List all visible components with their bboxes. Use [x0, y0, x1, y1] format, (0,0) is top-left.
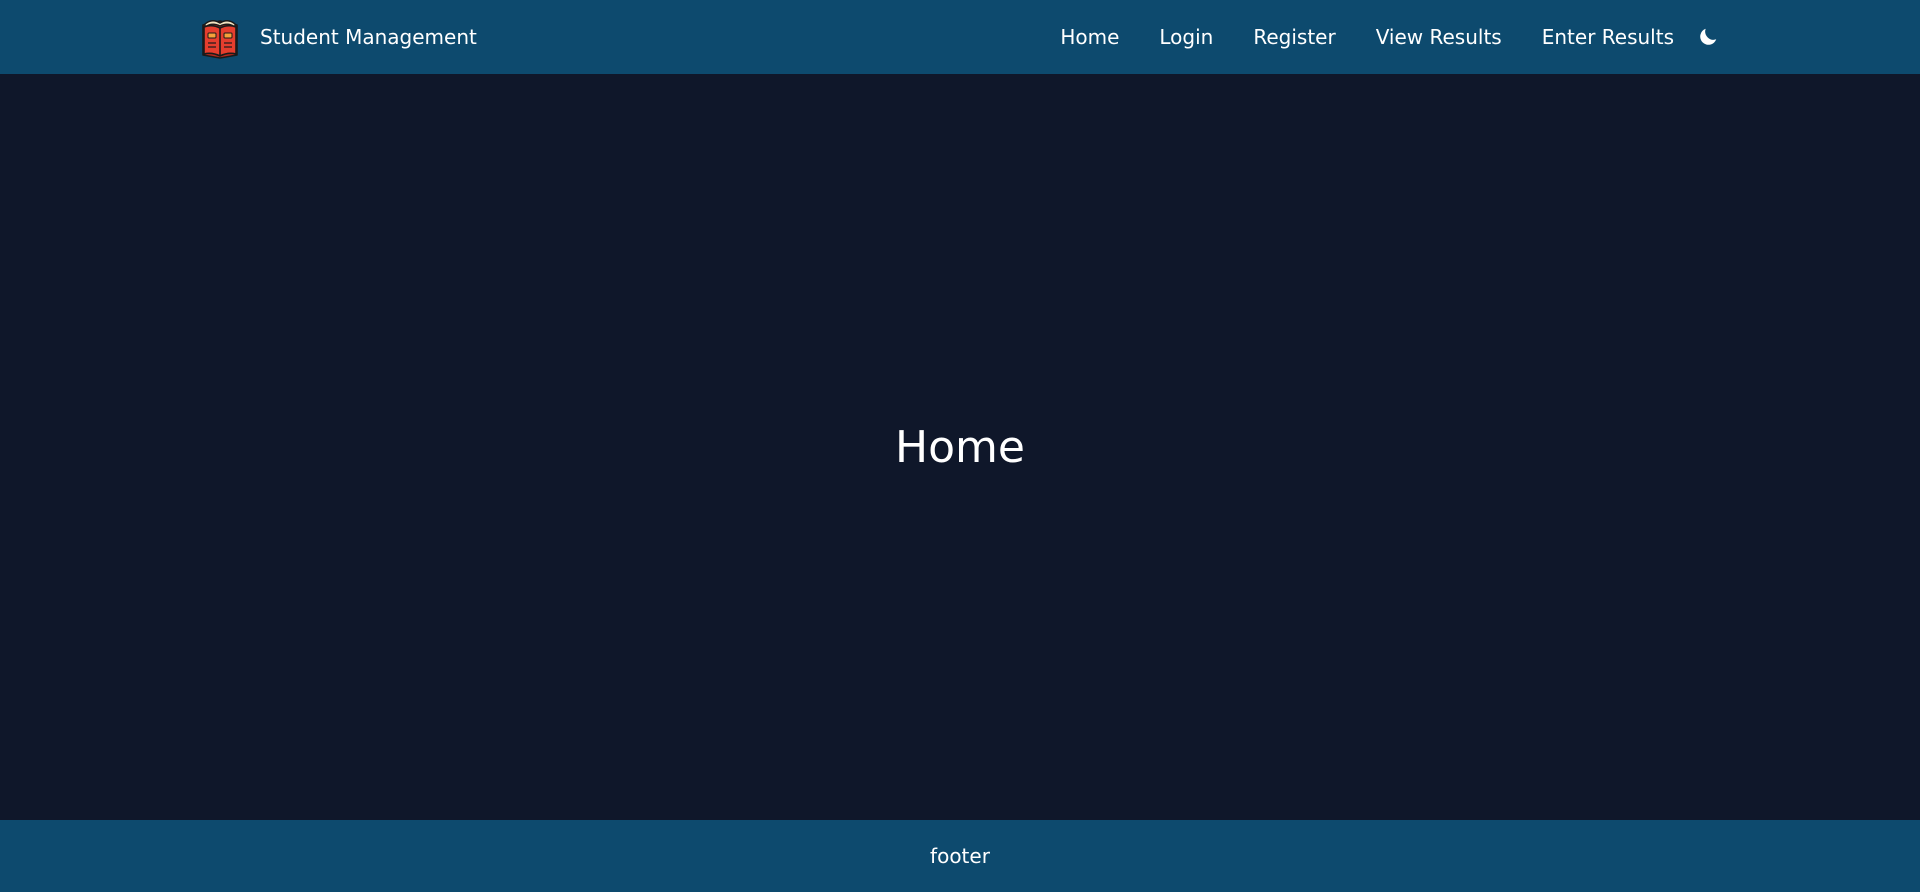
nav-item-login: Login	[1159, 25, 1213, 49]
page-title: Home	[895, 421, 1025, 473]
theme-toggle-button[interactable]	[1694, 23, 1722, 51]
nav-link-home[interactable]: Home	[1060, 25, 1119, 49]
nav-item-home: Home	[1060, 25, 1119, 49]
nav-menu: Home Login Register View Results Enter R…	[1060, 23, 1722, 51]
footer-text: footer	[930, 844, 990, 868]
brand-name: Student Management	[260, 25, 477, 49]
nav-link-register[interactable]: Register	[1253, 25, 1335, 49]
navbar: Student Management Home Login Register V…	[0, 0, 1920, 74]
nav-item-view-results: View Results	[1376, 25, 1502, 49]
footer: footer	[0, 820, 1920, 892]
nav-links: Home Login Register View Results Enter R…	[1060, 25, 1674, 49]
main-content: Home	[0, 74, 1920, 820]
nav-item-register: Register	[1253, 25, 1335, 49]
book-icon	[202, 20, 238, 59]
nav-link-enter-results[interactable]: Enter Results	[1542, 25, 1674, 49]
brand-link[interactable]: Student Management	[198, 15, 477, 59]
nav-item-enter-results: Enter Results	[1542, 25, 1674, 49]
nav-link-login[interactable]: Login	[1159, 25, 1213, 49]
moon-icon	[1700, 28, 1717, 45]
nav-link-view-results[interactable]: View Results	[1376, 25, 1502, 49]
navbar-inner: Student Management Home Login Register V…	[198, 0, 1722, 74]
